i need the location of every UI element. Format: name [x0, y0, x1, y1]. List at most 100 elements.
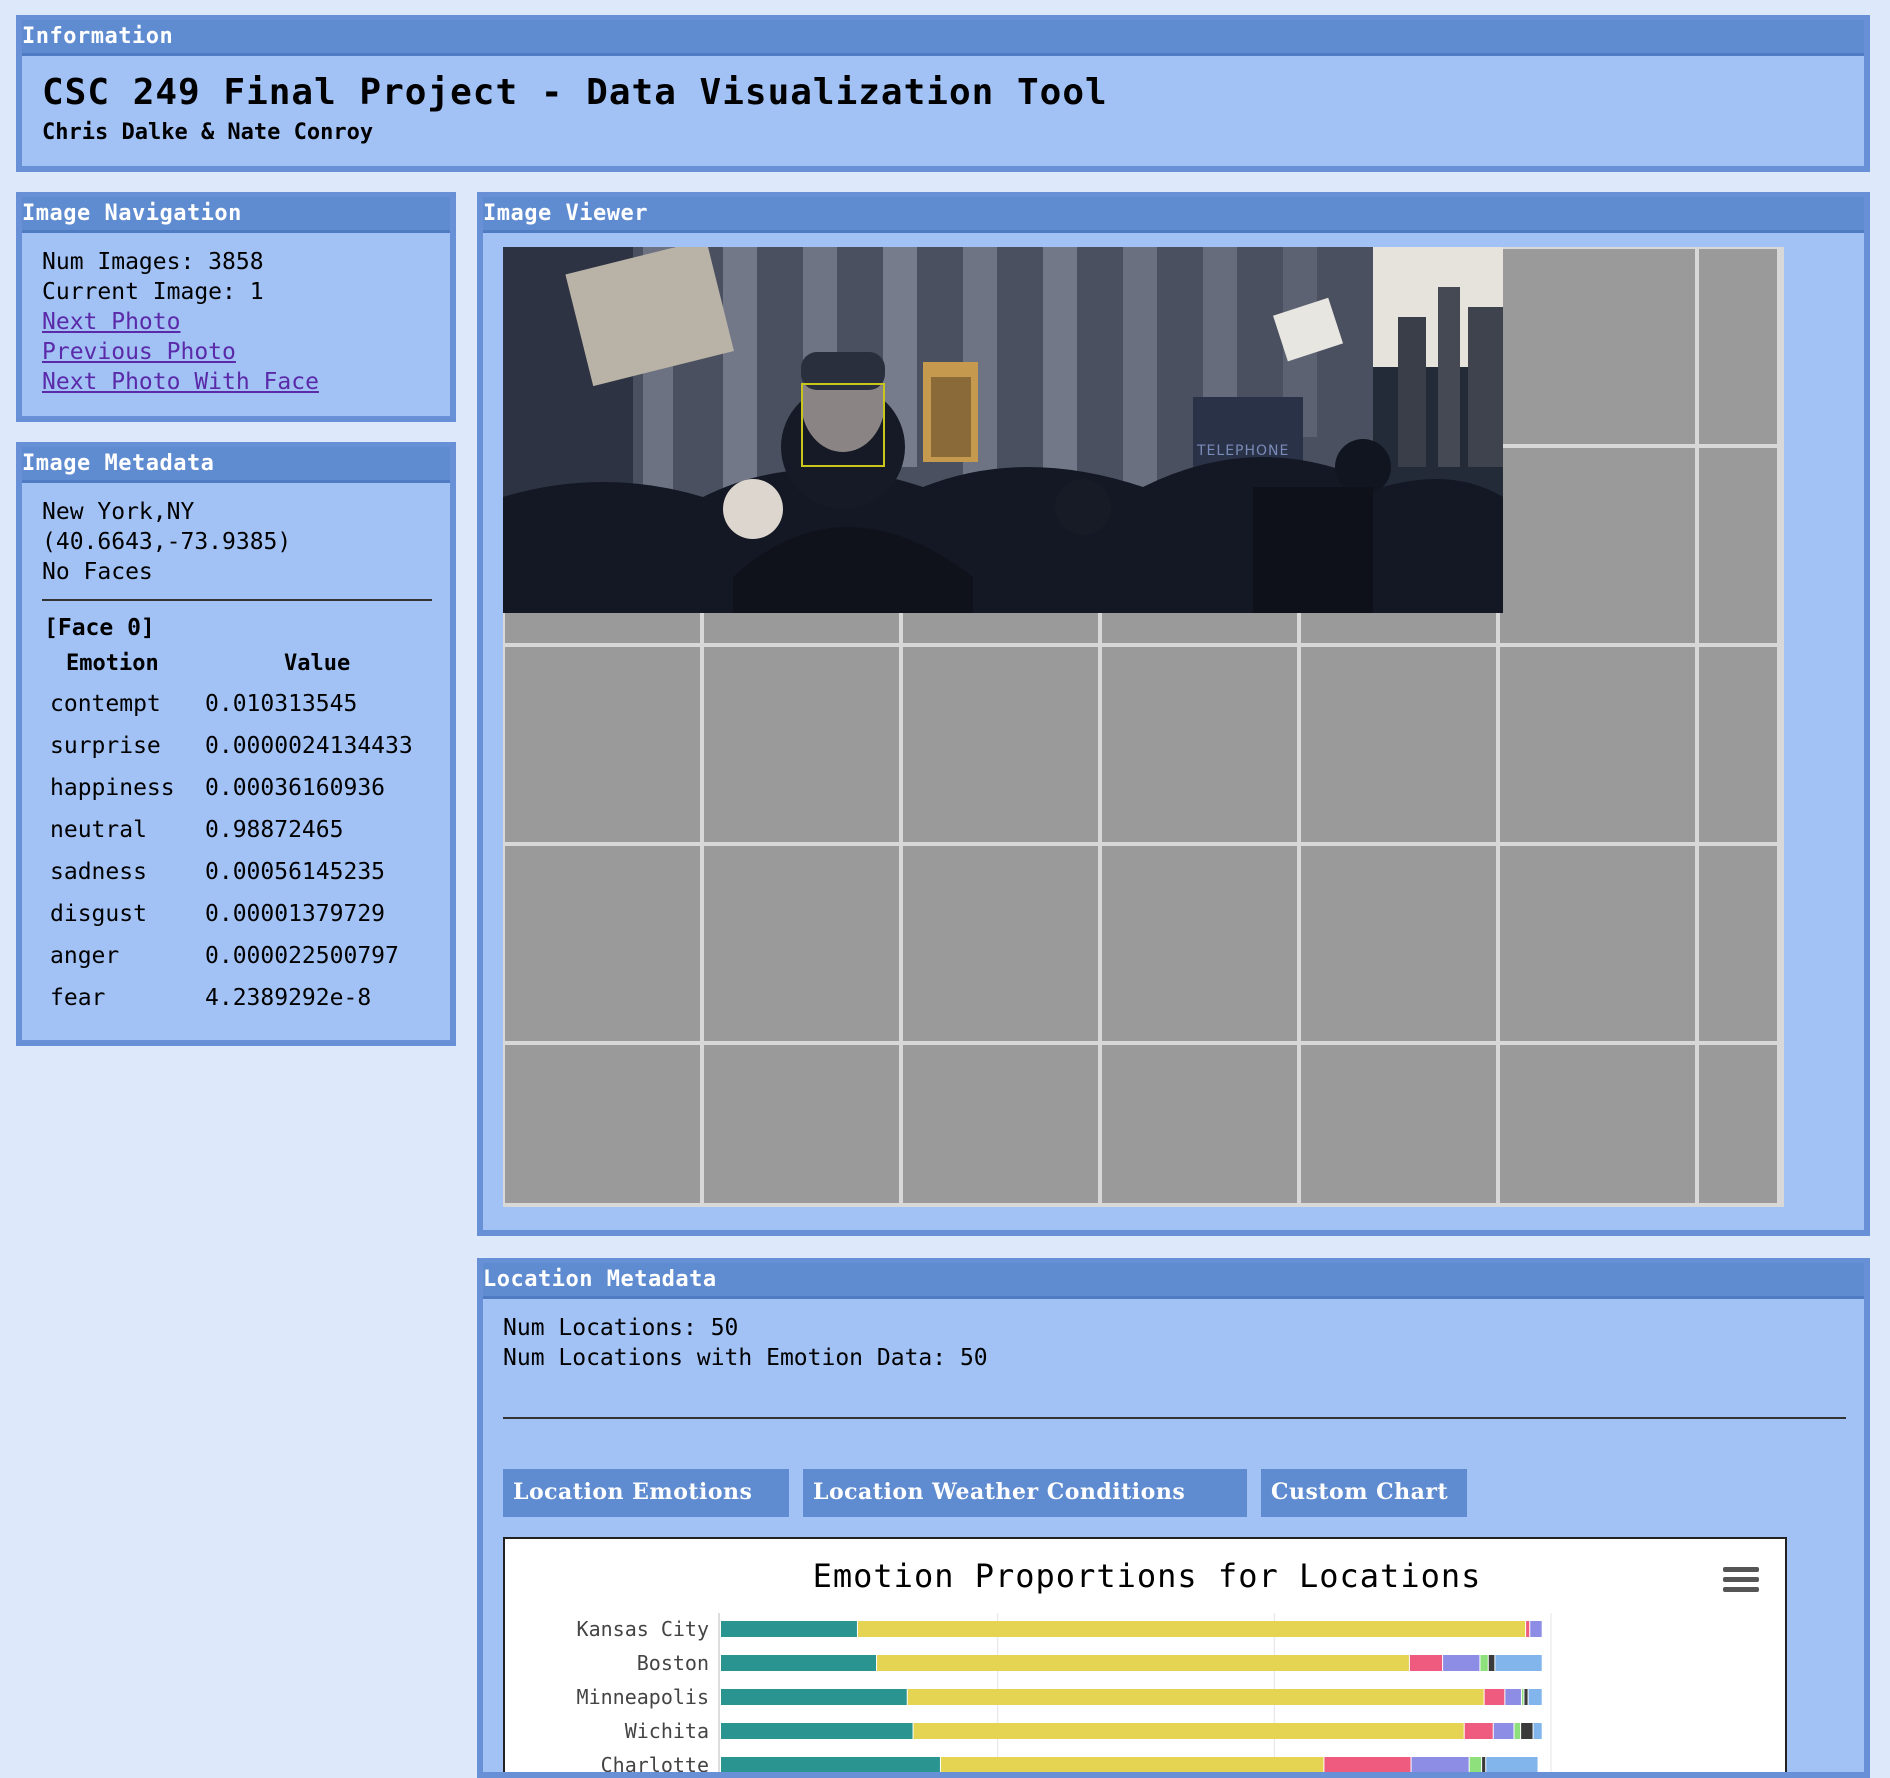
chart-bar-segment[interactable]: [1488, 1655, 1495, 1671]
grid-cell[interactable]: [1500, 647, 1695, 842]
emotion-value: 0.0000024134433: [205, 733, 413, 759]
location-header: Location Metadata: [483, 1267, 717, 1292]
grid-cell[interactable]: [1102, 647, 1297, 842]
previous-photo-link[interactable]: Previous Photo: [42, 337, 430, 367]
metadata-panel: Image Metadata New York,NY (40.6643,-73.…: [16, 442, 456, 1046]
grid-cell[interactable]: [505, 846, 700, 1041]
chart-bar-segment[interactable]: [913, 1723, 1464, 1739]
chart-bar-segment[interactable]: [940, 1757, 1324, 1772]
tab-location-emotions[interactable]: Location Emotions: [503, 1469, 789, 1517]
chart-bar-segment[interactable]: [1493, 1723, 1514, 1739]
emotion-value: 0.98872465: [205, 817, 344, 843]
grid-cell[interactable]: [704, 647, 899, 842]
viewer-header: Image Viewer: [483, 201, 648, 226]
grid-cell[interactable]: [505, 647, 700, 842]
grid-cell[interactable]: [704, 1045, 899, 1203]
information-panel: Information CSC 249 Final Project - Data…: [16, 15, 1870, 172]
chart-bar-segment[interactable]: [721, 1689, 907, 1705]
protest-photo: [503, 247, 1503, 613]
grid-cell[interactable]: [1102, 1045, 1297, 1203]
emotion-name: disgust: [50, 901, 147, 927]
chart-category-label: Charlotte: [601, 1753, 709, 1772]
chart-bar-segment[interactable]: [1469, 1757, 1482, 1772]
next-photo-link[interactable]: Next Photo: [42, 307, 430, 337]
grid-cell[interactable]: [1301, 1045, 1496, 1203]
grid-cell[interactable]: [704, 846, 899, 1041]
chart-bar-segment[interactable]: [1484, 1689, 1505, 1705]
chart-bar-segment[interactable]: [1443, 1655, 1480, 1671]
grid-cell[interactable]: [1500, 448, 1695, 643]
chart-bar-segment[interactable]: [1464, 1723, 1493, 1739]
emotion-value: 4.2389292e-8: [205, 985, 372, 1011]
viewer-panel: Image Viewer TELEPHONE: [477, 192, 1870, 1236]
chart-bar-segment[interactable]: [1526, 1621, 1530, 1637]
grid-cell[interactable]: [1699, 448, 1777, 643]
location-divider: [503, 1417, 1846, 1419]
value-column-header: Value: [284, 651, 351, 676]
face-label: [Face 0]: [44, 615, 155, 641]
chart-bar-segment[interactable]: [1495, 1655, 1542, 1671]
chart-bar-segment[interactable]: [857, 1621, 1526, 1637]
grid-cell[interactable]: [903, 1045, 1098, 1203]
grid-cell[interactable]: [1699, 647, 1777, 842]
face-detection-box: [801, 383, 885, 467]
num-images: Num Images: 3858: [42, 249, 264, 275]
chart-bar-segment[interactable]: [1528, 1689, 1542, 1705]
location-coords: (40.6643,-73.9385): [42, 529, 292, 555]
emotion-name: anger: [50, 943, 120, 969]
emotion-name: contempt: [50, 691, 161, 717]
grid-cell[interactable]: [903, 647, 1098, 842]
grid-cell[interactable]: [1500, 846, 1695, 1041]
grid-cell[interactable]: [1500, 249, 1695, 444]
viewer-body: TELEPHONE: [483, 230, 1864, 1230]
viewer-photo[interactable]: TELEPHONE: [503, 247, 1503, 613]
chart-bar-segment[interactable]: [1480, 1655, 1488, 1671]
emotion-name: fear: [50, 985, 106, 1011]
chart-bar-segment[interactable]: [721, 1621, 857, 1637]
tab-location-weather[interactable]: Location Weather Conditions: [803, 1469, 1247, 1517]
chart-bar-segment[interactable]: [877, 1655, 1409, 1671]
faces-status: No Faces: [42, 559, 153, 585]
chart-bar-segment[interactable]: [1505, 1689, 1521, 1705]
location-panel: Location Metadata Num Locations: 50 Num …: [477, 1258, 1870, 1778]
chart-bar-segment[interactable]: [721, 1757, 940, 1772]
grid-cell[interactable]: [1699, 1045, 1777, 1203]
chart-bar-segment[interactable]: [1482, 1757, 1486, 1772]
page-title: CSC 249 Final Project - Data Visualizati…: [42, 72, 1108, 113]
grid-cell[interactable]: [505, 1045, 700, 1203]
chart-bar-segment[interactable]: [1521, 1723, 1533, 1739]
tab-custom-chart[interactable]: Custom Chart: [1261, 1469, 1467, 1517]
chart-bar-segment[interactable]: [907, 1689, 1484, 1705]
chart-bar-segment[interactable]: [1514, 1723, 1521, 1739]
grid-cell[interactable]: [1102, 846, 1297, 1041]
emotion-column-header: Emotion: [66, 651, 159, 676]
metadata-divider: [42, 599, 432, 601]
navigation-panel: Image Navigation Num Images: 3858 Curren…: [16, 192, 456, 422]
emotion-value: 0.000022500797: [205, 943, 399, 969]
grid-cell[interactable]: [1699, 249, 1777, 444]
chart-bar-segment[interactable]: [1411, 1757, 1469, 1772]
chart-bar-segment[interactable]: [721, 1723, 913, 1739]
emotion-name: neutral: [50, 817, 147, 843]
num-locations-with-emotion: Num Locations with Emotion Data: 50: [503, 1345, 988, 1371]
chart-bar-segment[interactable]: [1486, 1757, 1538, 1772]
next-photo-with-face-link[interactable]: Next Photo With Face: [42, 367, 430, 397]
emotion-value: 0.00036160936: [205, 775, 386, 801]
chart-bar-segment[interactable]: [1524, 1689, 1528, 1705]
grid-cell[interactable]: [1500, 1045, 1695, 1203]
chart-bar-segment[interactable]: [1533, 1723, 1542, 1739]
emotion-value: 0.00056145235: [205, 859, 386, 885]
navigation-body: Num Images: 3858 Current Image: 1 Next P…: [22, 230, 450, 416]
grid-cell[interactable]: [1301, 846, 1496, 1041]
grid-cell[interactable]: [1699, 846, 1777, 1041]
chart-bar-segment[interactable]: [1324, 1757, 1411, 1772]
page-authors: Chris Dalke & Nate Conroy: [42, 120, 374, 145]
navigation-header: Image Navigation: [22, 201, 242, 226]
chart-bar-segment[interactable]: [721, 1655, 877, 1671]
chart-bar-segment[interactable]: [1521, 1689, 1524, 1705]
grid-cell[interactable]: [1301, 647, 1496, 842]
chart-bar-segment[interactable]: [1530, 1621, 1542, 1637]
emotion-name: sadness: [50, 859, 147, 885]
chart-bar-segment[interactable]: [1409, 1655, 1443, 1671]
grid-cell[interactable]: [903, 846, 1098, 1041]
